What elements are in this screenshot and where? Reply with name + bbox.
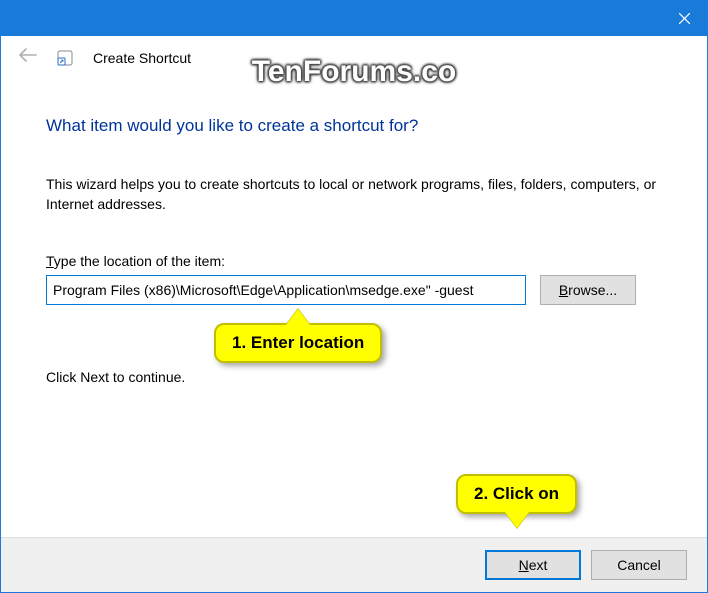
close-button[interactable] — [661, 1, 707, 36]
continue-text: Click Next to continue. — [46, 369, 662, 385]
browse-button[interactable]: Browse... — [540, 275, 636, 305]
close-icon — [679, 13, 690, 24]
location-label: Type the location of the item: — [46, 253, 662, 269]
page-description: This wizard helps you to create shortcut… — [46, 174, 662, 215]
callout-text: 1. Enter location — [232, 333, 364, 352]
annotation-callout-2: 2. Click on — [456, 474, 577, 514]
header-title: Create Shortcut — [93, 50, 191, 66]
wizard-header: Create Shortcut — [1, 36, 707, 96]
wizard-button-bar: Next Cancel — [1, 537, 707, 592]
location-input[interactable] — [46, 275, 526, 305]
shortcut-icon — [57, 50, 73, 66]
page-heading: What item would you like to create a sho… — [46, 116, 662, 136]
next-button[interactable]: Next — [485, 550, 581, 580]
location-row: Browse... — [46, 275, 662, 305]
window-titlebar — [1, 1, 707, 36]
callout-arrow-icon — [286, 309, 310, 325]
back-arrow-icon[interactable] — [19, 46, 37, 67]
cancel-button[interactable]: Cancel — [591, 550, 687, 580]
annotation-callout-1: 1. Enter location — [214, 323, 382, 363]
callout-text: 2. Click on — [474, 484, 559, 503]
callout-arrow-icon — [505, 512, 529, 528]
